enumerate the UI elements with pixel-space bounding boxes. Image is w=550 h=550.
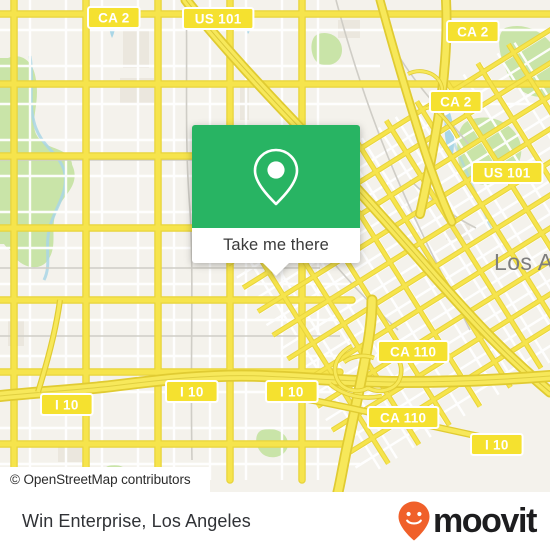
route-shield: CA 2 (87, 6, 141, 29)
place-name-label: Win Enterprise, Los Angeles (22, 510, 251, 531)
moovit-wordmark: moovit (432, 502, 537, 540)
osm-attribution-text: © OpenStreetMap contributors (10, 472, 191, 487)
svg-text:I 10: I 10 (485, 438, 509, 453)
moovit-map-screenshot: Los An CA 2 US 101 CA 2 CA 2 US 101 CA 110 I 1… (0, 0, 550, 550)
map-city-label: Los An (494, 249, 550, 275)
destination-callout[interactable]: Take me there (192, 125, 360, 276)
take-me-there-label: Take me there (223, 236, 329, 254)
route-shield: US 101 (471, 161, 544, 184)
moovit-smiley-pin-icon (398, 501, 430, 541)
svg-text:US 101: US 101 (484, 166, 531, 181)
moovit-brand[interactable]: moovit (397, 500, 537, 542)
route-shield: CA 2 (429, 90, 483, 113)
svg-text:CA 110: CA 110 (380, 411, 426, 426)
svg-text:I 10: I 10 (55, 398, 79, 413)
svg-text:CA 2: CA 2 (457, 25, 488, 40)
svg-text:CA 2: CA 2 (98, 11, 129, 26)
route-shield: I 10 (40, 393, 94, 416)
bottom-info-bar: Los An CA 2US 101CA 2CA 2US 101CA 110I 1… (0, 492, 550, 550)
callout-pointer (263, 263, 289, 276)
osm-attribution: © OpenStreetMap contributors (0, 467, 210, 492)
route-shield: CA 110 (367, 406, 440, 429)
route-shield: I 10 (470, 433, 524, 456)
callout-green-panel (192, 125, 360, 228)
svg-text:I 10: I 10 (280, 385, 304, 400)
route-shield: CA 110 (377, 340, 450, 363)
route-shield: I 10 (165, 380, 219, 403)
route-shield: US 101 (182, 7, 255, 30)
svg-text:CA 2: CA 2 (440, 95, 471, 110)
map-pin-icon (253, 148, 299, 205)
route-shield: CA 2 (446, 20, 500, 43)
svg-text:CA 110: CA 110 (390, 345, 436, 360)
svg-text:US 101: US 101 (195, 12, 242, 27)
svg-text:I 10: I 10 (180, 385, 204, 400)
route-shield: I 10 (265, 380, 319, 403)
callout-action-bar[interactable]: Take me there (192, 228, 360, 263)
